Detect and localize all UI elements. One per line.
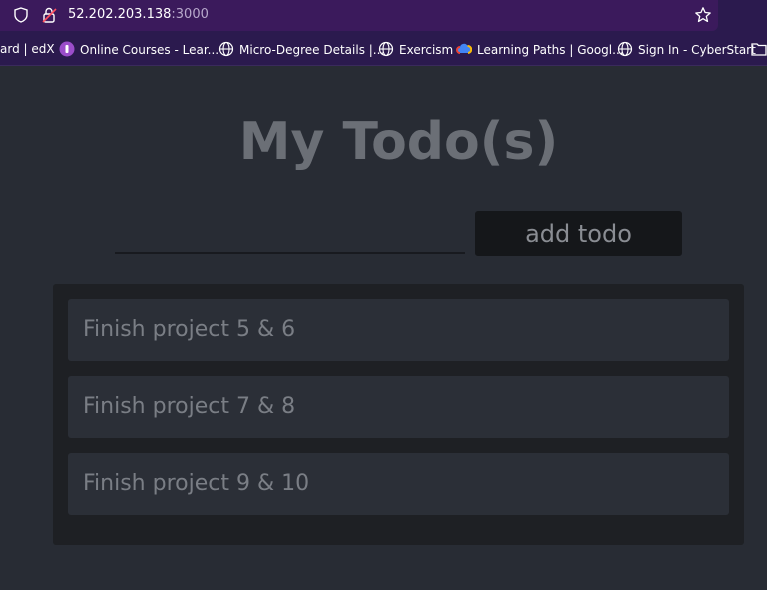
bookmarks-bar: ard | edX Online Courses - Lear... Micro…	[0, 33, 767, 66]
todo-item-text: Finish project 9 & 10	[83, 471, 310, 496]
globe-icon	[378, 41, 394, 57]
cloud-icon	[456, 43, 473, 54]
browser-toolbar: 52.202.203.138:3000	[0, 0, 767, 33]
todo-item-text: Finish project 7 & 8	[83, 394, 296, 419]
globe-icon	[617, 41, 633, 57]
course-icon	[59, 41, 75, 57]
bookmark-label: ard | edX	[0, 42, 55, 56]
bookmark-exercism[interactable]: Exercism	[378, 41, 453, 57]
address-bar[interactable]: 52.202.203.138:3000	[0, 0, 718, 31]
globe-icon	[218, 41, 234, 57]
todo-item-text: Finish project 5 & 6	[83, 317, 296, 342]
shield-icon[interactable]	[13, 7, 29, 27]
url-host: 52.202.203.138	[68, 7, 172, 22]
bookmark-label: Learning Paths | Googl...	[477, 43, 624, 57]
url-port: :3000	[171, 7, 209, 22]
bookmark-label: Micro-Degree Details |...	[239, 43, 385, 57]
page-title: My Todo(s)	[238, 112, 559, 172]
insecure-lock-icon[interactable]	[41, 6, 59, 28]
todo-item[interactable]: Finish project 7 & 8	[68, 376, 729, 438]
todo-item[interactable]: Finish project 9 & 10	[68, 453, 729, 515]
bookmark-learning-paths[interactable]: Learning Paths | Googl...	[456, 41, 624, 57]
bookmark-micro-degree[interactable]: Micro-Degree Details |...	[218, 41, 384, 57]
url-text[interactable]: 52.202.203.138:3000	[68, 7, 209, 22]
folder-icon[interactable]	[751, 41, 767, 60]
todo-item[interactable]: Finish project 5 & 6	[68, 299, 729, 361]
bookmark-label: Sign In - CyberStart	[638, 43, 756, 57]
bookmark-edx[interactable]: ard | edX	[0, 41, 55, 57]
bookmark-label: Online Courses - Lear...	[80, 43, 220, 57]
todo-input[interactable]	[115, 214, 465, 254]
bookmark-label: Exercism	[399, 43, 454, 57]
add-todo-button[interactable]: add todo	[475, 211, 682, 256]
bookmark-online-courses[interactable]: Online Courses - Lear...	[59, 41, 219, 57]
bookmark-star-icon[interactable]	[694, 6, 712, 28]
bookmark-cyberstart[interactable]: Sign In - CyberStart	[617, 41, 756, 57]
todo-list: Finish project 5 & 6 Finish project 7 & …	[53, 284, 744, 545]
